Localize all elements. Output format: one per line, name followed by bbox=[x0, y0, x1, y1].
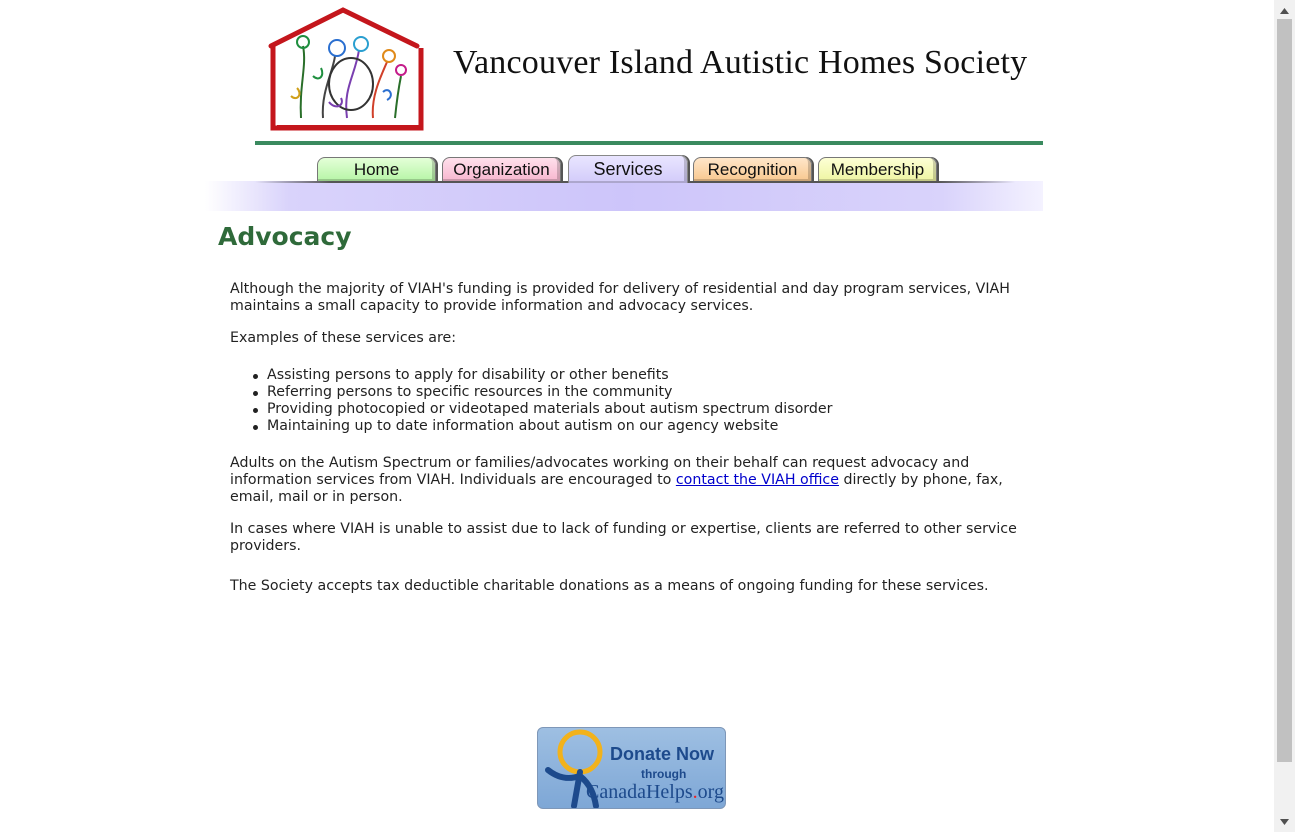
list-item: Referring persons to specific resources … bbox=[252, 384, 832, 401]
page: Vancouver Island Autistic Homes Society … bbox=[205, 0, 1043, 832]
canadahelps-wordmark: CanadaHelps.org bbox=[586, 781, 724, 803]
contact-office-link[interactable]: contact the VIAH office bbox=[676, 472, 839, 488]
site-title: Vancouver Island Autistic Homes Society bbox=[453, 44, 1028, 81]
tab-membership[interactable]: Membership bbox=[818, 157, 937, 181]
list-item: Providing photocopied or videotaped mate… bbox=[252, 401, 833, 417]
tab-recognition[interactable]: Recognition bbox=[693, 157, 812, 181]
donate-now-button[interactable]: Donate Now through CanadaHelps.org bbox=[537, 727, 726, 809]
tab-services[interactable]: Services bbox=[568, 155, 688, 183]
examples-intro: Examples of these services are: bbox=[230, 330, 456, 346]
nav-band bbox=[205, 181, 1043, 211]
donate-label: Donate Now bbox=[610, 744, 715, 764]
donate-through: through bbox=[641, 767, 687, 781]
page-title: Advocacy bbox=[218, 222, 352, 251]
scroll-down-arrow-icon[interactable] bbox=[1274, 813, 1295, 830]
scrollbar-thumb[interactable] bbox=[1277, 19, 1292, 762]
donations-paragraph: The Society accepts tax deductible chari… bbox=[230, 578, 989, 594]
vertical-scrollbar[interactable] bbox=[1274, 0, 1295, 832]
house-logo-icon[interactable] bbox=[263, 6, 429, 132]
referral-paragraph: In cases where VIAH is unable to assist … bbox=[230, 521, 1017, 554]
list-item: Maintaining up to date information about… bbox=[252, 418, 832, 435]
request-paragraph: Adults on the Autism Spectrum or familie… bbox=[230, 455, 1020, 506]
tab-organization[interactable]: Organization bbox=[442, 157, 561, 181]
intro-paragraph: Although the majority of VIAH's funding … bbox=[230, 281, 1010, 314]
scroll-up-arrow-icon[interactable] bbox=[1274, 2, 1295, 19]
header-divider bbox=[255, 141, 1043, 145]
list-item: Assisting persons to apply for disabilit… bbox=[252, 367, 832, 384]
tab-home[interactable]: Home bbox=[317, 157, 436, 181]
services-list: Assisting persons to apply for disabilit… bbox=[252, 367, 833, 435]
